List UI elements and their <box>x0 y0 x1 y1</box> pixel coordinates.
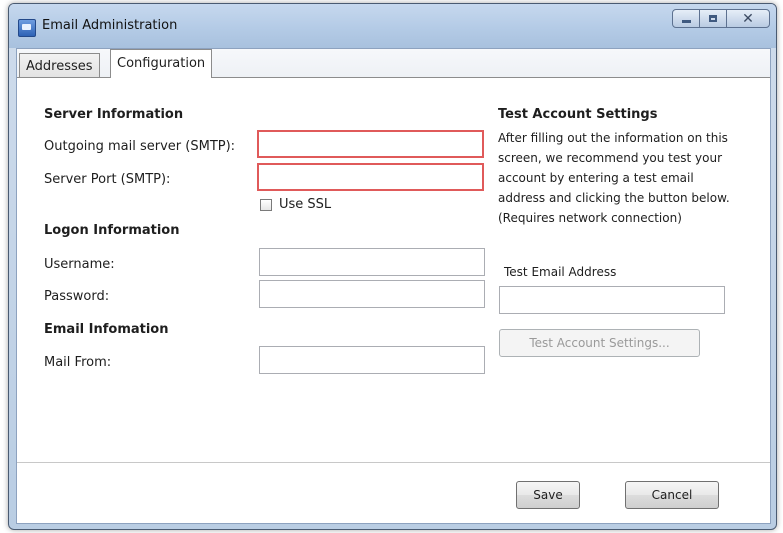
save-button[interactable]: Save <box>516 481 580 509</box>
close-button[interactable]: ✕ <box>726 9 770 28</box>
configuration-panel: Server Information Outgoing mail server … <box>17 78 770 463</box>
instruction-line: account by entering a test email <box>498 171 694 185</box>
instruction-line: address and clicking the button below. <box>498 191 730 205</box>
minimize-button[interactable] <box>672 9 700 28</box>
use-ssl-label: Use SSL <box>279 197 332 212</box>
server-port-input[interactable] <box>257 163 484 191</box>
smtp-server-label: Outgoing mail server (SMTP): <box>44 139 236 154</box>
mail-from-label: Mail From: <box>44 355 112 370</box>
close-icon: ✕ <box>742 10 754 27</box>
email-administration-window: Email Administration ✕ Addresses Configu… <box>8 3 777 530</box>
cancel-button[interactable]: Cancel <box>625 481 719 509</box>
instruction-line: (Requires network connection) <box>498 211 682 225</box>
logon-information-heading: Logon Information <box>44 223 180 238</box>
username-input[interactable] <box>259 248 485 276</box>
tab-configuration[interactable]: Configuration <box>110 49 213 78</box>
smtp-server-input[interactable] <box>257 130 484 158</box>
test-email-input[interactable] <box>499 286 725 314</box>
title-bar[interactable]: Email Administration ✕ <box>9 4 776 48</box>
test-instructions: After filling out the information on thi… <box>498 128 764 228</box>
minimize-icon <box>681 19 691 23</box>
app-icon <box>18 19 36 37</box>
dialog-footer: Save Cancel <box>17 462 770 523</box>
instruction-line: screen, we recommend you test your <box>498 151 723 165</box>
maximize-button[interactable] <box>699 9 727 28</box>
window-title: Email Administration <box>42 18 178 33</box>
password-input[interactable] <box>259 280 485 308</box>
server-information-heading: Server Information <box>44 107 184 122</box>
email-information-heading: Email Infomation <box>44 322 169 337</box>
tab-addresses[interactable]: Addresses <box>19 53 100 77</box>
test-email-label: Test Email Address <box>504 265 617 279</box>
password-label: Password: <box>44 289 110 304</box>
instruction-line: After filling out the information on thi… <box>498 131 728 145</box>
server-port-label: Server Port (SMTP): <box>44 172 171 187</box>
mail-from-input[interactable] <box>259 346 485 374</box>
use-ssl-checkbox[interactable] <box>260 199 272 211</box>
test-account-settings-heading: Test Account Settings <box>498 107 658 122</box>
caption-buttons: ✕ <box>672 9 770 29</box>
username-label: Username: <box>44 257 115 272</box>
maximize-icon <box>709 15 717 22</box>
client-area: Addresses Configuration Server Informati… <box>16 48 771 524</box>
tab-strip: Addresses Configuration <box>17 49 770 78</box>
test-account-settings-button[interactable]: Test Account Settings... <box>499 329 700 357</box>
